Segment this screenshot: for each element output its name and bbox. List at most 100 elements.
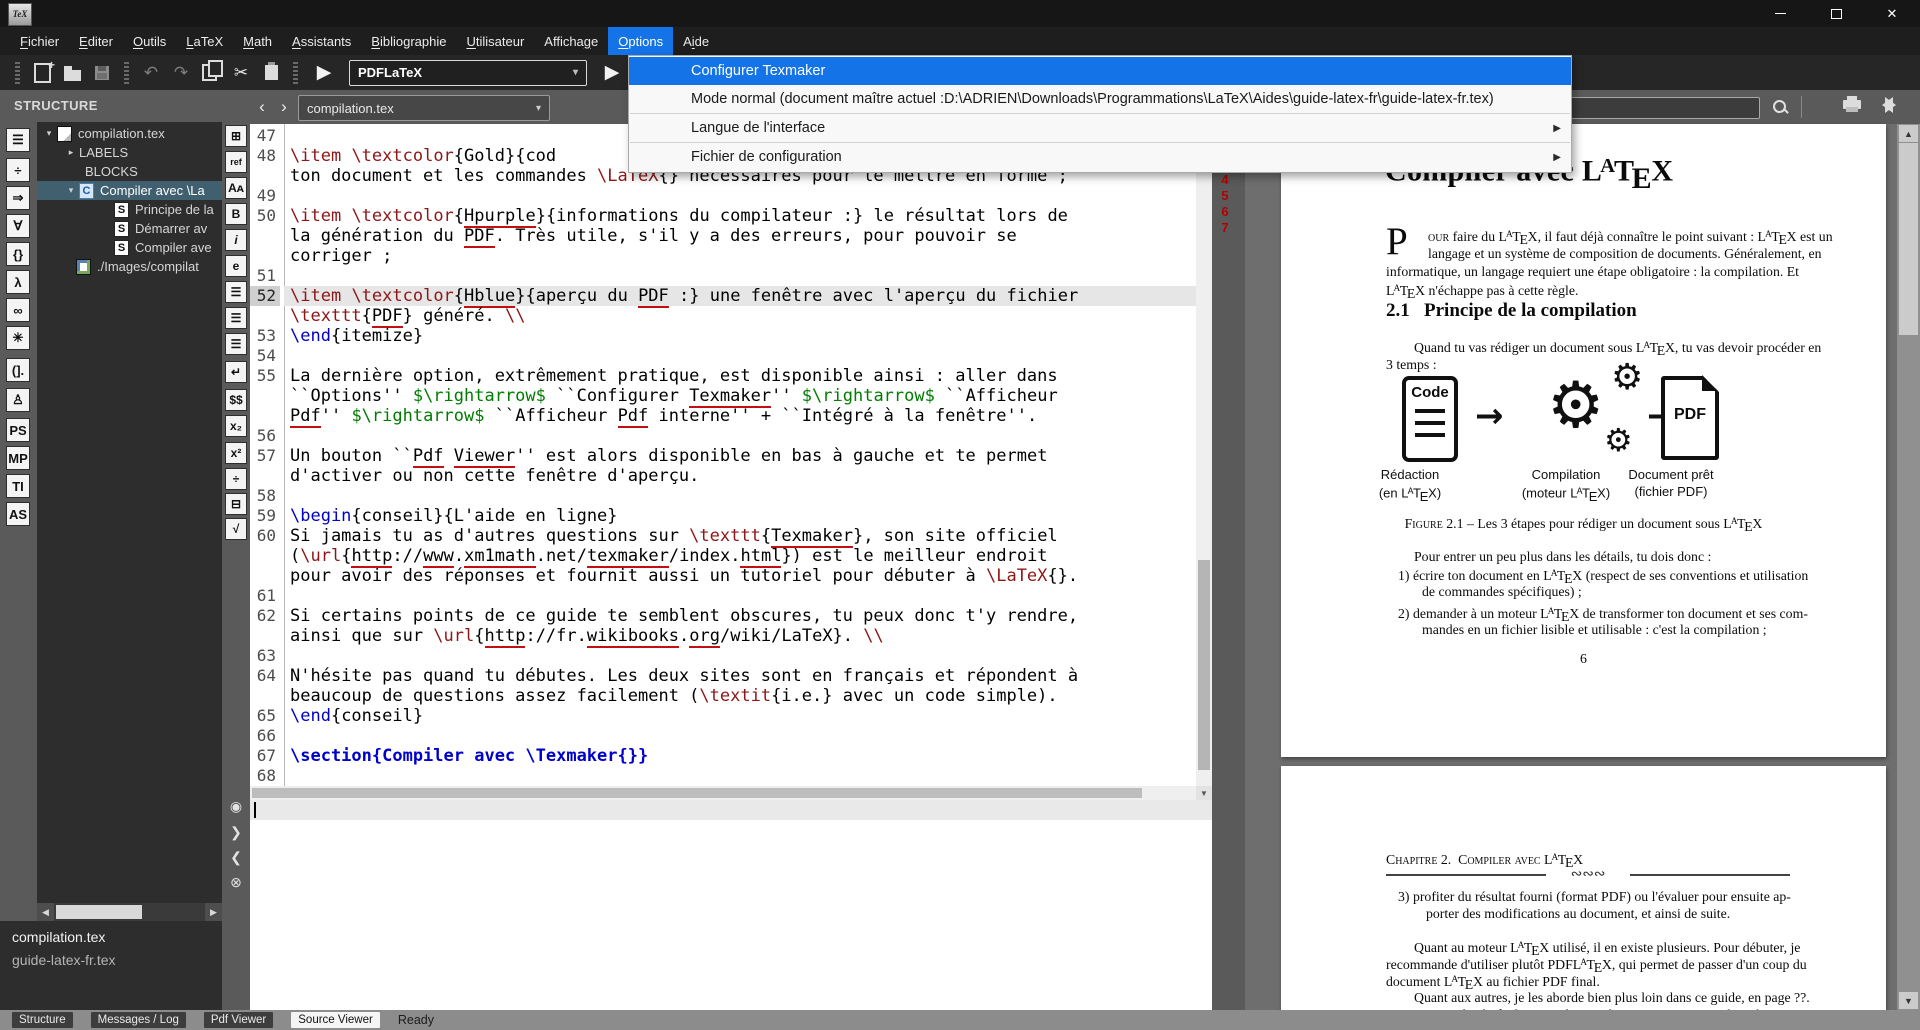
scrollbar-thumb[interactable]	[1899, 143, 1918, 335]
scroll-right-icon[interactable]: ▶	[205, 903, 222, 921]
undo-icon[interactable]: ↶	[136, 60, 166, 86]
maximize-button[interactable]	[1808, 0, 1864, 27]
open-file-item[interactable]: compilation.tex	[12, 929, 105, 945]
editor-pdf-splitter[interactable]: 4567	[1212, 90, 1245, 1010]
description-icon[interactable]: ☰	[225, 333, 247, 355]
menu-latex[interactable]: LaTeX	[176, 27, 233, 55]
enumerate-icon[interactable]: ☰	[225, 307, 247, 329]
relations-tab-icon[interactable]: ÷	[6, 158, 30, 182]
metapost-tab-icon[interactable]: MP	[6, 446, 30, 470]
pdf-page-number-link[interactable]: 5	[1212, 188, 1238, 203]
frac-icon[interactable]: ÷	[225, 468, 247, 490]
eye-icon[interactable]: ◉	[222, 796, 250, 816]
label-icon[interactable]: ⊞	[225, 125, 247, 147]
scroll-up-icon[interactable]: ▲	[1899, 125, 1918, 142]
asymptote-tab-icon[interactable]: AS	[6, 502, 30, 526]
log-panel-input-row[interactable]	[250, 800, 1212, 820]
pstricks-tab-icon[interactable]: PS	[6, 418, 30, 442]
fontsize-icon[interactable]: Aᴀ	[225, 177, 247, 199]
tikz-tab-icon[interactable]: TI	[6, 474, 30, 498]
pdf-page-number-link[interactable]: 6	[1212, 204, 1238, 219]
superscript-icon[interactable]: x²	[225, 442, 247, 464]
tree-item-compiler-ave[interactable]: SCompiler ave	[37, 238, 222, 257]
itemize-icon[interactable]: ☰	[225, 281, 247, 303]
italic-icon[interactable]: i	[225, 229, 247, 251]
new-document-icon[interactable]	[27, 60, 57, 86]
open-file-icon[interactable]	[57, 60, 87, 86]
chevron-down-icon[interactable]: ▾	[44, 128, 54, 139]
editor-vertical-scrollbar[interactable]: ▲ ▼	[1196, 124, 1212, 800]
open-file-item[interactable]: guide-latex-fr.tex	[12, 952, 116, 968]
toolbar-grip[interactable]	[124, 62, 129, 84]
paste-icon[interactable]	[256, 60, 286, 86]
greek-tab-icon[interactable]: λ	[6, 270, 30, 294]
options-menu-item-3[interactable]: Langue de l'interface▶	[629, 114, 1571, 142]
tree-item-compilation-tex[interactable]: ▾compilation.tex	[37, 124, 222, 143]
search-icon[interactable]	[1773, 100, 1786, 113]
menu-aide[interactable]: Aide	[673, 27, 719, 55]
pdf-page-number-link[interactable]: 4	[1212, 172, 1238, 187]
options-menu-item-1[interactable]: Configurer Texmaker	[629, 57, 1571, 85]
external-pdf-viewer-icon[interactable]	[1885, 97, 1896, 113]
editor-horizontal-scrollbar[interactable]	[250, 786, 1196, 800]
options-menu-item-2[interactable]: Mode normal (document maître actuel :D:\…	[629, 85, 1571, 113]
user-symbols-tab-icon[interactable]: ♙	[6, 388, 30, 412]
menu-bibliographie[interactable]: Bibliographie	[361, 27, 456, 55]
close-button[interactable]: ✕	[1864, 0, 1920, 27]
menu-outils[interactable]: Outils	[123, 27, 176, 55]
tree-item-compiler-avec-la[interactable]: ▾CCompiler avec \La	[37, 181, 222, 200]
tree-item-labels[interactable]: ▸LABELS	[37, 143, 222, 162]
delimiters-tab-icon[interactable]: {}	[6, 242, 30, 266]
emph-icon[interactable]: e	[225, 255, 247, 277]
pdf-page-number-link[interactable]: 7	[1212, 220, 1238, 235]
scroll-left-icon[interactable]: ◀	[37, 903, 54, 921]
inline-math-icon[interactable]: $$	[225, 389, 247, 411]
options-menu-item-4[interactable]: Fichier de configuration▶	[629, 143, 1571, 171]
scrollbar-thumb[interactable]	[1198, 560, 1210, 770]
toolbar-grip[interactable]	[15, 62, 20, 84]
bold-icon[interactable]: B	[225, 203, 247, 225]
brackets-tab-icon[interactable]: (].	[6, 358, 30, 382]
tree-item-principe-de-la[interactable]: SPrincipe de la	[37, 200, 222, 219]
messages-log-panel[interactable]	[250, 820, 1212, 1010]
prev-document-button[interactable]: ‹	[252, 96, 272, 118]
status-tab-pdf-viewer[interactable]: Pdf Viewer	[204, 1012, 273, 1028]
document-tab-selector[interactable]: compilation.tex ▾	[298, 95, 550, 121]
status-tab-source-viewer[interactable]: Source Viewer	[291, 1012, 380, 1028]
structure-tab-icon[interactable]: ☰	[6, 128, 30, 152]
status-tab-messages-log[interactable]: Messages / Log	[91, 1012, 186, 1028]
newline-icon[interactable]: ↵	[225, 361, 247, 383]
copy-icon[interactable]	[196, 60, 226, 86]
compile-command-select[interactable]: PDFLaTeX ▾	[349, 60, 587, 86]
status-tab-structure[interactable]: Structure	[12, 1012, 73, 1028]
document-structure-tree[interactable]: ▾compilation.tex▸LABELSBLOCKS▾CCompiler …	[37, 122, 222, 903]
menu-fichier[interactable]: Fichier	[10, 27, 69, 55]
pdf-preview-area[interactable]: Compiler avec LATEXPour faire du LATEX, …	[1245, 124, 1897, 1010]
next-diff-icon[interactable]: ❯	[222, 822, 250, 842]
menu-math[interactable]: Math	[233, 27, 282, 55]
print-icon[interactable]	[1843, 100, 1861, 109]
stop-icon[interactable]: ⊗	[222, 872, 250, 892]
pdf-vertical-scrollbar[interactable]: ▲ ▼	[1897, 124, 1920, 1010]
prev-diff-icon[interactable]: ❮	[222, 847, 250, 867]
run-compile-button[interactable]: ▶	[309, 60, 339, 86]
scroll-down-icon[interactable]: ▼	[1196, 786, 1212, 800]
toolbar-grip[interactable]	[293, 62, 298, 84]
chevron-down-icon[interactable]: ▾	[66, 185, 76, 196]
misc-text-tab-icon[interactable]: ✳	[6, 326, 30, 350]
misc-math-tab-icon[interactable]: ∀	[6, 214, 30, 238]
scroll-down-icon[interactable]: ▼	[1899, 992, 1918, 1009]
tree-item-blocks[interactable]: BLOCKS	[37, 162, 222, 181]
misc-symbols-tab-icon[interactable]: ∞	[6, 298, 30, 322]
subscript-icon[interactable]: x₂	[225, 415, 247, 437]
dfrac-icon[interactable]: ⊟	[225, 493, 247, 515]
menu-utilisateur[interactable]: Utilisateur	[456, 27, 534, 55]
menu-options[interactable]: Options	[608, 27, 673, 55]
redo-icon[interactable]: ↷	[166, 60, 196, 86]
scrollbar-thumb[interactable]	[56, 905, 142, 919]
cut-icon[interactable]: ✂	[226, 60, 256, 86]
menu-affichage[interactable]: Affichage	[534, 27, 608, 55]
code-text[interactable]: \item \textcolor{Gold}{codton document e…	[290, 126, 1196, 786]
tree-item-d-marrer-av[interactable]: SDémarrer av	[37, 219, 222, 238]
arrows-tab-icon[interactable]: ⇒	[6, 186, 30, 210]
